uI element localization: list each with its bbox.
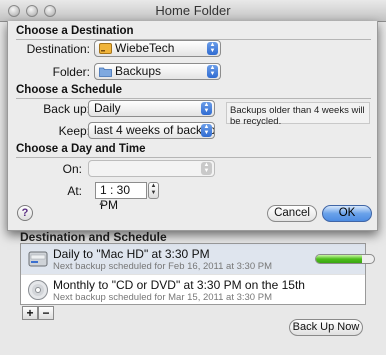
popup-arrows-icon: ▲ ▼	[201, 102, 212, 115]
popup-arrows-icon: ▲ ▼	[207, 65, 218, 78]
on-label: On:	[62, 162, 82, 176]
backup-frequency-popup[interactable]: Daily ▲ ▼	[88, 100, 215, 117]
separator	[16, 98, 371, 99]
keep-popup[interactable]: last 4 weeks of backups ▲ ▼	[88, 122, 215, 139]
schedule-row-subtitle: Next backup scheduled for Feb 16, 2011 a…	[53, 261, 272, 272]
separator	[16, 157, 371, 158]
folder-popup[interactable]: Backups ▲ ▼	[94, 63, 221, 80]
schedule-list[interactable]: Daily to "Mac HD" at 3:30 PM Next backup…	[20, 243, 375, 305]
hour-caret-icon: ▲	[98, 200, 105, 207]
recycle-note: Backups older than 4 weeks will be recyc…	[226, 102, 370, 127]
backup-frequency-value: Daily	[94, 101, 121, 115]
choose-schedule-title: Choose a Schedule	[16, 84, 123, 96]
drive-icon	[99, 43, 112, 54]
schedule-sheet: Choose a Destination Destination: WiebeT…	[7, 21, 378, 231]
keep-label: Keep:	[58, 124, 90, 138]
choose-destination-title: Choose a Destination	[16, 25, 134, 37]
add-remove-controls: + −	[22, 306, 54, 320]
close-window-button[interactable]	[8, 5, 20, 17]
window-controls	[8, 5, 56, 17]
keep-value: last 4 weeks of backups	[94, 123, 215, 137]
title-bar[interactable]: Home Folder	[0, 0, 386, 22]
cancel-button[interactable]: Cancel	[267, 205, 317, 222]
minimize-window-button[interactable]	[26, 5, 38, 17]
schedule-row-daily[interactable]: Daily to "Mac HD" at 3:30 PM Next backup…	[21, 244, 375, 274]
destination-label: Destination:	[26, 42, 90, 56]
time-stepper[interactable]: ▲ ▼	[148, 182, 159, 199]
help-button[interactable]: ?	[17, 205, 33, 221]
backup-label: Back up:	[43, 102, 90, 116]
destination-popup[interactable]: WiebeTech ▲ ▼	[94, 40, 221, 57]
schedule-row-title: Monthly to "CD or DVD" at 3:30 PM on the…	[53, 278, 305, 292]
add-schedule-button[interactable]: +	[22, 306, 38, 320]
disc-icon	[28, 280, 48, 300]
ok-button[interactable]: OK	[322, 205, 372, 222]
time-field[interactable]: 1 : 30 PM	[95, 182, 147, 212]
zoom-window-button[interactable]	[44, 5, 56, 17]
schedule-row-monthly[interactable]: Monthly to "CD or DVD" at 3:30 PM on the…	[21, 274, 365, 304]
at-label: At:	[67, 184, 82, 198]
choose-day-time-title: Choose a Day and Time	[16, 143, 146, 155]
back-up-now-button[interactable]: Back Up Now	[289, 319, 363, 336]
destination-value: WiebeTech	[115, 41, 175, 55]
remove-schedule-button[interactable]: −	[38, 306, 54, 320]
destination-schedule-label: Destination and Schedule	[20, 230, 167, 244]
popup-arrows-icon: ▲ ▼	[201, 124, 212, 137]
popup-arrows-icon: ▲ ▼	[201, 162, 212, 175]
hard-drive-icon	[28, 251, 48, 267]
popup-arrows-icon: ▲ ▼	[207, 42, 218, 55]
progress-fill	[316, 255, 363, 263]
main-window: Home Folder Destination and Schedule Dai…	[0, 0, 386, 355]
schedule-row-subtitle: Next backup scheduled for Mar 15, 2011 a…	[53, 292, 272, 303]
backup-progress-bar	[315, 254, 375, 264]
day-popup[interactable]: ▲ ▼	[88, 160, 215, 177]
schedule-row-title: Daily to "Mac HD" at 3:30 PM	[53, 247, 210, 261]
folder-icon	[99, 67, 112, 77]
folder-value: Backups	[115, 64, 162, 78]
window-title: Home Folder	[155, 3, 231, 18]
folder-label: Folder:	[52, 65, 90, 79]
